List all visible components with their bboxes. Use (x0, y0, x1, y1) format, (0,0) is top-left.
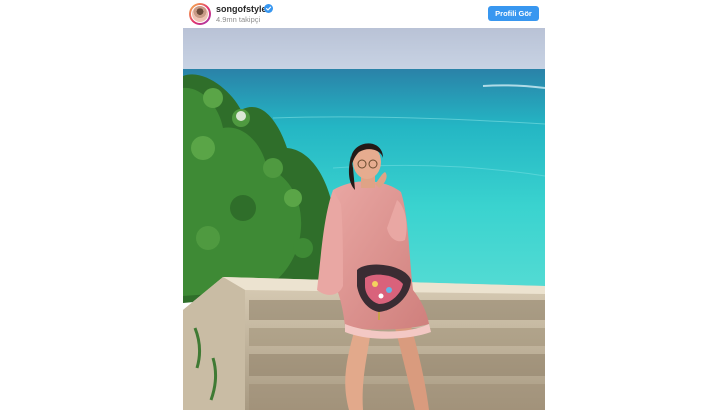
username[interactable]: songofstyle (216, 4, 267, 14)
post-photo[interactable] (183, 28, 545, 410)
instagram-embed: songofstyle 4.9mn takipçi Profili Gör (183, 0, 545, 410)
avatar-image (191, 5, 209, 23)
follower-count: 4.9mn takipçi (216, 15, 261, 24)
verified-badge-icon (264, 4, 273, 13)
post-header: songofstyle 4.9mn takipçi Profili Gör (183, 0, 545, 28)
avatar[interactable] (189, 3, 211, 25)
view-profile-button[interactable]: Profili Gör (488, 6, 539, 21)
